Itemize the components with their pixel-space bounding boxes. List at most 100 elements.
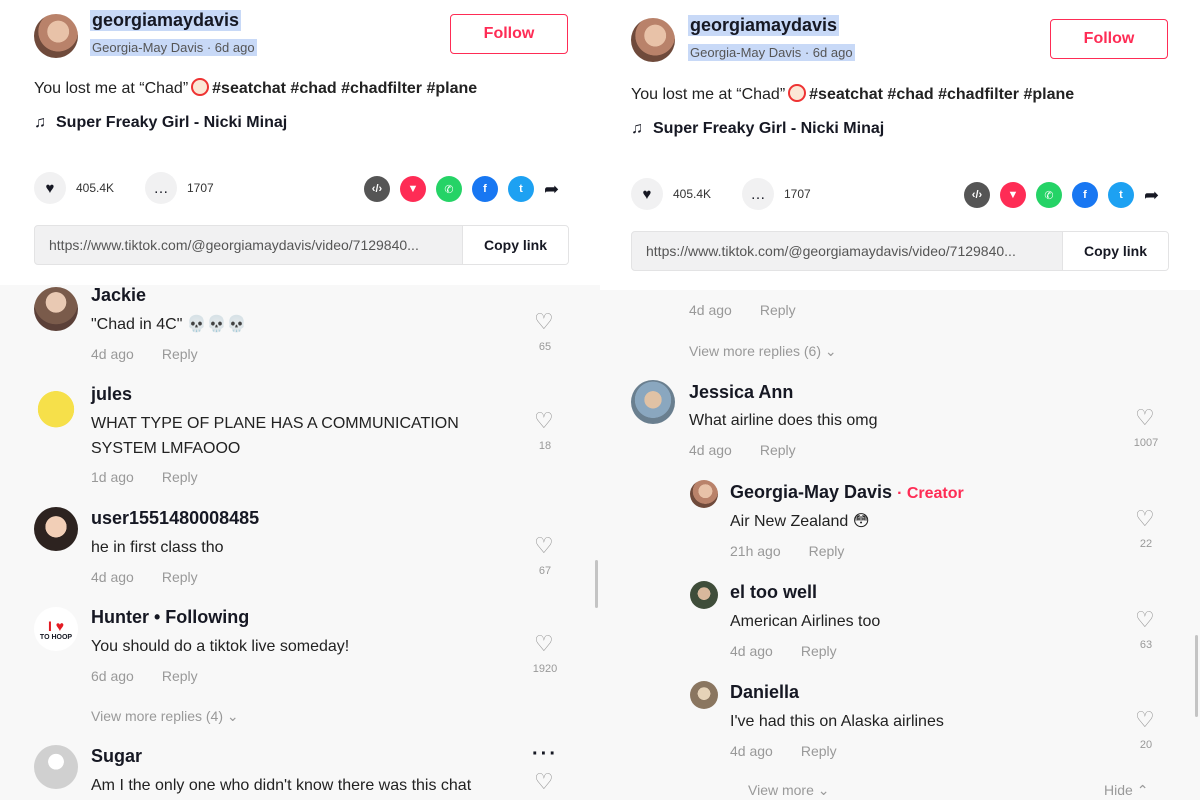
follow-button[interactable]: Follow bbox=[450, 14, 568, 54]
like-stat[interactable]: ♥ 405.4K bbox=[631, 178, 711, 210]
heart-icon[interactable]: ♡ bbox=[1135, 607, 1155, 633]
comment-author[interactable]: el too well bbox=[730, 582, 817, 603]
avatar[interactable] bbox=[34, 745, 78, 789]
reply-link[interactable]: Reply bbox=[162, 569, 198, 585]
comment-list: 4d ago Reply View more replies (6) ⌄ Jess… bbox=[600, 290, 1200, 800]
comment-time: 1d ago bbox=[91, 469, 134, 485]
chevron-down-icon: ⌄ bbox=[824, 343, 837, 359]
comment-author[interactable]: user1551480008485 bbox=[91, 508, 259, 529]
copy-link-button[interactable]: Copy link bbox=[462, 226, 568, 264]
heart-icon[interactable]: ♡ bbox=[534, 408, 554, 434]
comment-author[interactable]: Georgia-May Davis · Creator bbox=[730, 482, 964, 503]
reply-link[interactable]: Reply bbox=[760, 442, 796, 458]
twitter-icon[interactable]: t bbox=[1108, 182, 1134, 208]
view-more-replies[interactable]: View more replies (6) ⌄ bbox=[689, 343, 837, 360]
reply-link[interactable]: Reply bbox=[801, 743, 837, 759]
avatar[interactable] bbox=[34, 507, 78, 551]
heart-icon[interactable]: ♡ bbox=[534, 309, 554, 335]
copy-link-button[interactable]: Copy link bbox=[1062, 232, 1168, 270]
embed-icon[interactable]: ‹/› bbox=[964, 182, 990, 208]
whatsapp-icon[interactable]: ✆ bbox=[436, 176, 462, 202]
hide-replies-link[interactable]: Hide ⌃ bbox=[1104, 782, 1148, 799]
author-meta: Georgia-May Davis · 6d ago bbox=[90, 39, 257, 56]
comment-time: 4d ago bbox=[91, 569, 134, 585]
caption-hashtags[interactable]: #seatchat #chad #chadfilter #plane bbox=[809, 86, 1074, 103]
heart-icon[interactable]: ♡ bbox=[534, 533, 554, 559]
heart-icon[interactable]: ♡ bbox=[534, 631, 554, 657]
comment-text: "Chad in 4C" 💀💀💀 bbox=[91, 316, 247, 333]
like-stat[interactable]: ♥ 405.4K bbox=[34, 172, 114, 204]
comment-stat[interactable]: … 1707 bbox=[742, 178, 811, 210]
comment-time: 4d ago bbox=[730, 643, 773, 659]
share-arrow-icon[interactable]: ➦ bbox=[1144, 185, 1159, 206]
reply-link[interactable]: Reply bbox=[809, 543, 845, 559]
scrollbar[interactable] bbox=[595, 560, 598, 608]
music-link[interactable]: ♫ Super Freaky Girl - Nicki Minaj bbox=[631, 120, 884, 138]
send-icon[interactable]: ▼ bbox=[400, 176, 426, 202]
like-count: 405.4K bbox=[673, 187, 712, 201]
reply-link[interactable]: Reply bbox=[162, 346, 198, 362]
scrollbar[interactable] bbox=[1195, 635, 1198, 717]
avatar[interactable] bbox=[690, 581, 718, 609]
more-options-icon[interactable]: ··· bbox=[532, 743, 558, 766]
comment-like-count: 1007 bbox=[1133, 437, 1159, 449]
comment-author[interactable]: Sugar bbox=[91, 746, 142, 767]
author-username[interactable]: georgiamaydavis bbox=[90, 10, 242, 31]
whatsapp-icon[interactable]: ✆ bbox=[1036, 182, 1062, 208]
heart-logo-icon: I ♥ bbox=[47, 617, 65, 634]
comment-text: What airline does this omg bbox=[689, 412, 878, 429]
comment-meta: 1d ago Reply bbox=[91, 469, 198, 485]
author-avatar[interactable] bbox=[631, 18, 675, 62]
heart-icon[interactable]: ♡ bbox=[1135, 506, 1155, 532]
avatar[interactable] bbox=[34, 385, 78, 429]
caption-hashtags[interactable]: #seatchat #chad #chadfilter #plane bbox=[212, 80, 477, 97]
link-box: https://www.tiktok.com/@georgiamaydavis/… bbox=[34, 225, 569, 265]
heart-icon[interactable]: ♡ bbox=[1135, 707, 1155, 733]
avatar[interactable]: I ♥ TO HOOP bbox=[34, 607, 78, 651]
comment-author-name: Georgia-May Davis bbox=[730, 482, 893, 502]
embed-icon[interactable]: ‹/› bbox=[364, 176, 390, 202]
music-link[interactable]: ♫ Super Freaky Girl - Nicki Minaj bbox=[34, 114, 287, 132]
view-more-replies[interactable]: View more replies (4) ⌄ bbox=[91, 708, 239, 725]
avatar[interactable] bbox=[631, 380, 675, 424]
facebook-icon[interactable]: f bbox=[472, 176, 498, 202]
send-icon[interactable]: ▼ bbox=[1000, 182, 1026, 208]
heart-icon[interactable]: ♡ bbox=[534, 769, 554, 795]
right-panel: georgiamaydavis Georgia-May Davis · 6d a… bbox=[600, 0, 1200, 800]
like-count: 405.4K bbox=[76, 181, 115, 195]
avatar[interactable] bbox=[690, 480, 718, 508]
caption-text: You lost me at “Chad” bbox=[34, 80, 189, 97]
comment-meta: 4d ago Reply bbox=[689, 302, 796, 318]
comment-list: Jackie "Chad in 4C" 💀💀💀 4d ago Reply ♡ 65… bbox=[0, 285, 600, 800]
comment-author[interactable]: jules bbox=[91, 384, 132, 405]
comment-author[interactable]: Jackie bbox=[91, 285, 146, 306]
video-url[interactable]: https://www.tiktok.com/@georgiamaydavis/… bbox=[35, 237, 462, 253]
avatar[interactable] bbox=[690, 681, 718, 709]
comment-icon[interactable]: … bbox=[742, 178, 774, 210]
music-title: Super Freaky Girl - Nicki Minaj bbox=[653, 120, 885, 137]
view-more-link[interactable]: View more ⌄ bbox=[748, 782, 830, 799]
author-avatar[interactable] bbox=[34, 14, 78, 58]
heart-icon[interactable]: ♥ bbox=[631, 178, 663, 210]
reply-link[interactable]: Reply bbox=[162, 469, 198, 485]
reply-link[interactable]: Reply bbox=[760, 302, 796, 318]
heart-icon[interactable]: ♡ bbox=[1135, 405, 1155, 431]
comment-author[interactable]: Jessica Ann bbox=[689, 382, 793, 403]
comment-stat[interactable]: … 1707 bbox=[145, 172, 214, 204]
video-url[interactable]: https://www.tiktok.com/@georgiamaydavis/… bbox=[632, 243, 1062, 259]
author-username[interactable]: georgiamaydavis bbox=[688, 15, 840, 36]
comment-icon[interactable]: … bbox=[145, 172, 177, 204]
post-header: georgiamaydavis Georgia-May Davis · 6d a… bbox=[0, 0, 600, 285]
share-arrow-icon[interactable]: ➦ bbox=[544, 179, 559, 200]
comment-author[interactable]: Hunter • Following bbox=[91, 607, 249, 628]
comment-meta: 6d ago Reply bbox=[91, 668, 198, 684]
comment-author[interactable]: Daniella bbox=[730, 682, 799, 703]
facebook-icon[interactable]: f bbox=[1072, 182, 1098, 208]
reply-link[interactable]: Reply bbox=[162, 668, 198, 684]
post-header: georgiamaydavis Georgia-May Davis · 6d a… bbox=[600, 0, 1200, 285]
twitter-icon[interactable]: t bbox=[508, 176, 534, 202]
heart-icon[interactable]: ♥ bbox=[34, 172, 66, 204]
follow-button[interactable]: Follow bbox=[1050, 19, 1168, 59]
avatar[interactable] bbox=[34, 287, 78, 331]
reply-link[interactable]: Reply bbox=[801, 643, 837, 659]
